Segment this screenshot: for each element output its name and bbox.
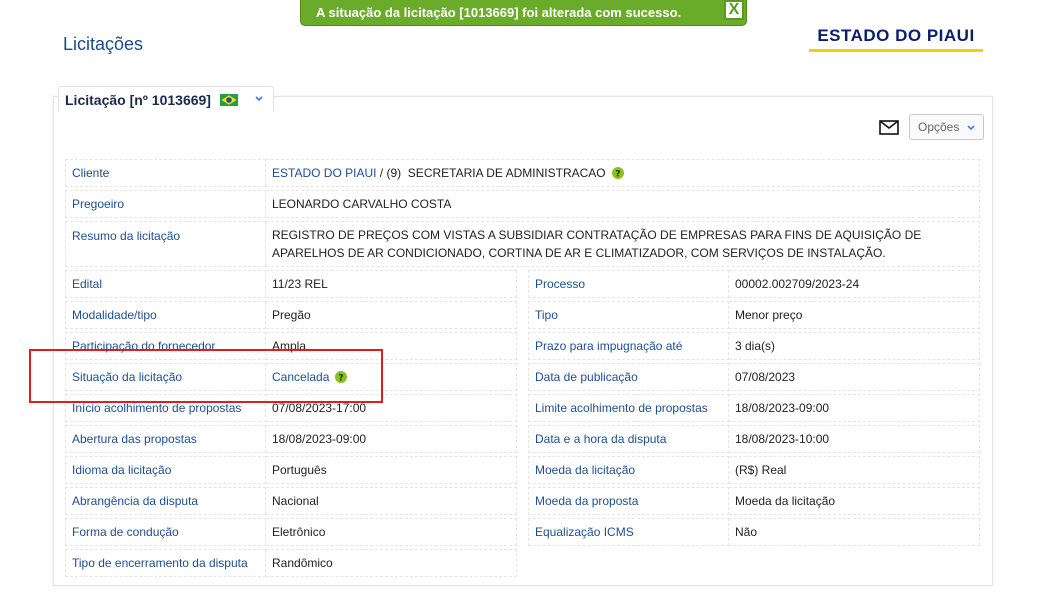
help-icon[interactable]: ?: [611, 167, 624, 179]
brazil-flag-icon: [219, 93, 238, 106]
label-moeda-da-licitacao: Moeda da licitação: [528, 456, 729, 484]
row-data-de-publicacao: Data de publicação 07/08/2023: [528, 363, 980, 391]
row-processo: Processo 00002.002709/2023-24: [528, 270, 980, 298]
chevron-down-icon: [967, 125, 975, 131]
value-forma-de-conducao: Eletrônico: [266, 518, 517, 546]
options-label: Opções: [918, 120, 960, 134]
tab-label: Licitação [nº 1013669]: [65, 91, 211, 108]
svg-text:?: ?: [339, 373, 344, 383]
success-toast: A situação da licitação [1013669] foi al…: [300, 0, 747, 26]
label-moeda-da-proposta: Moeda da proposta: [528, 487, 729, 515]
row-limite-acolhimento-de-propostas: Limite acolhimento de propostas 18/08/202…: [528, 394, 980, 422]
value-moeda-da-proposta: Moeda da licitação: [729, 487, 980, 515]
label-prazo-para-impugnacao-ate: Prazo para impugnação até: [528, 332, 729, 360]
value-tipo-de-encerramento-da-disputa: Randômico: [266, 549, 517, 577]
row-data-e-a-hora-da-disputa: Data e a hora da disputa 18/08/2023-10:00: [528, 425, 980, 453]
label-data-de-publicacao: Data de publicação: [528, 363, 729, 391]
label-pregoeiro: Pregoeiro: [65, 190, 266, 218]
label-participacao-do-fornecedor: Participação do fornecedor: [65, 332, 266, 360]
label-tipo-de-encerramento-da-disputa: Tipo de encerramento da disputa: [65, 549, 266, 577]
row-cliente: Cliente ESTADO DO PIAUI / (9) SECRETARIA…: [65, 159, 980, 187]
chevron-down-icon[interactable]: [254, 93, 264, 103]
label-data-e-a-hora-da-disputa: Data e a hora da disputa: [528, 425, 729, 453]
toast-message: A situação da licitação [1013669] foi al…: [316, 5, 682, 20]
close-icon[interactable]: X: [724, 0, 744, 20]
value-pregoeiro: LEONARDO CARVALHO COSTA: [266, 190, 980, 218]
value-situacao-da-licitacao: Cancelada?: [266, 363, 517, 391]
row-edital: Edital 11/23 REL: [65, 270, 517, 298]
situacao-link[interactable]: Cancelada: [272, 370, 329, 384]
row-moeda-da-proposta: Moeda da proposta Moeda da licitação: [528, 487, 980, 515]
tab-licitacao[interactable]: Licitação [nº 1013669]: [58, 86, 274, 112]
row-resumo: Resumo da licitação REGISTRO DE PREÇOS C…: [65, 221, 980, 267]
label-processo: Processo: [528, 270, 729, 298]
row-pregoeiro: Pregoeiro LEONARDO CARVALHO COSTA: [65, 190, 980, 218]
label-tipo: Tipo: [528, 301, 729, 329]
row-modalidade-tipo: Modalidade/tipo Pregão: [65, 301, 517, 329]
value-edital: 11/23 REL: [266, 270, 517, 298]
value-inicio-acolhimento-de-propostas: 07/08/2023-17:00: [266, 394, 517, 422]
value-processo: 00002.002709/2023-24: [729, 270, 980, 298]
value-data-e-a-hora-da-disputa: 18/08/2023-10:00: [729, 425, 980, 453]
label-cliente: Cliente: [65, 159, 266, 187]
row-tipo-de-encerramento-da-disputa: Tipo de encerramento da disputa Randômico: [65, 549, 517, 577]
value-tipo: Menor preço: [729, 301, 980, 329]
row-forma-de-conducao: Forma de condução Eletrônico: [65, 518, 517, 546]
value-limite-acolhimento-de-propostas: 18/08/2023-09:00: [729, 394, 980, 422]
value-abertura-das-propostas: 18/08/2023-09:00: [266, 425, 517, 453]
value-participacao-do-fornecedor: Ampla: [266, 332, 517, 360]
row-participacao-do-fornecedor: Participação do fornecedor Ampla: [65, 332, 517, 360]
mail-icon[interactable]: [879, 120, 899, 135]
cliente-orgao: / (9) SECRETARIA DE ADMINISTRACAO: [376, 166, 606, 180]
row-abertura-das-propostas: Abertura das propostas 18/08/2023-09:00: [65, 425, 517, 453]
label-abrangencia-da-disputa: Abrangência da disputa: [65, 487, 266, 515]
brand-logo: ESTADO DO PIAUI: [809, 26, 983, 52]
value-abrangencia-da-disputa: Nacional: [266, 487, 517, 515]
row-abrangencia-da-disputa: Abrangência da disputa Nacional: [65, 487, 517, 515]
label-limite-acolhimento-de-propostas: Limite acolhimento de propostas: [528, 394, 729, 422]
value-modalidade-tipo: Pregão: [266, 301, 517, 329]
label-situacao-da-licitacao: Situação da licitação: [65, 363, 266, 391]
label-inicio-acolhimento-de-propostas: Início acolhimento de propostas: [65, 394, 266, 422]
value-data-de-publicacao: 07/08/2023: [729, 363, 980, 391]
value-equalizacao-icms: Não: [729, 518, 980, 546]
options-dropdown[interactable]: Opções: [909, 114, 984, 140]
svg-text:?: ?: [615, 169, 620, 179]
label-idioma-da-licitacao: Idioma da licitação: [65, 456, 266, 484]
row-inicio-acolhimento-de-propostas: Início acolhimento de propostas 07/08/202…: [65, 394, 517, 422]
page-title: Licitações: [63, 34, 144, 54]
value-moeda-da-licitacao: (R$) Real: [729, 456, 980, 484]
label-edital: Edital: [65, 270, 266, 298]
row-tipo: Tipo Menor preço: [528, 301, 980, 329]
cliente-link[interactable]: ESTADO DO PIAUI: [272, 166, 376, 180]
label-forma-de-conducao: Forma de condução: [65, 518, 266, 546]
label-abertura-das-propostas: Abertura das propostas: [65, 425, 266, 453]
label-modalidade-tipo: Modalidade/tipo: [65, 301, 266, 329]
value-idioma-da-licitacao: Português: [266, 456, 517, 484]
row-moeda-da-licitacao: Moeda da licitação (R$) Real: [528, 456, 980, 484]
help-icon[interactable]: ?: [335, 371, 348, 383]
row-idioma-da-licitacao: Idioma da licitação Português: [65, 456, 517, 484]
label-resumo: Resumo da licitação: [65, 221, 266, 267]
row-situacao-da-licitacao: Situação da licitação Cancelada?: [65, 363, 517, 391]
row-equalizacao-icms: Equalização ICMS Não: [528, 518, 980, 546]
value-prazo-para-impugnacao-ate: 3 dia(s): [729, 332, 980, 360]
row-prazo-para-impugnacao-ate: Prazo para impugnação até 3 dia(s): [528, 332, 980, 360]
value-resumo: REGISTRO DE PREÇOS COM VISTAS A SUBSIDIA…: [266, 221, 980, 267]
label-equalizacao-icms: Equalização ICMS: [528, 518, 729, 546]
value-cliente: ESTADO DO PIAUI / (9) SECRETARIA DE ADMI…: [266, 159, 980, 187]
